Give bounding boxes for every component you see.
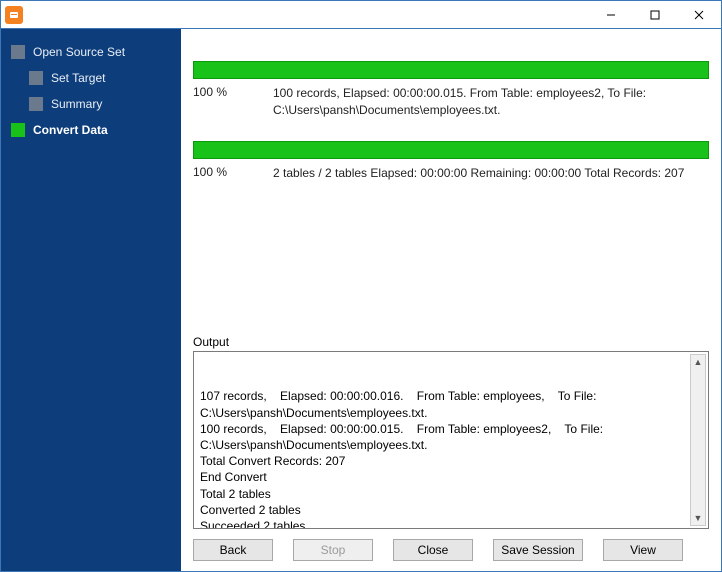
minimize-button[interactable] [589, 1, 633, 28]
output-line: Converted 2 tables [200, 502, 684, 518]
content-pane: 100 % 100 records, Elapsed: 00:00:00.015… [179, 29, 721, 571]
wizard-sidebar: Open Source Set Set Target Summary Convert … [1, 29, 179, 571]
step-indicator-icon [29, 71, 43, 85]
output-line: End Convert [200, 469, 684, 485]
output-line: 100 records, Elapsed: 00:00:00.015. From… [200, 421, 684, 453]
wizard-step-convert-data[interactable]: Convert Data [1, 117, 179, 143]
output-line: Total 2 tables [200, 486, 684, 502]
minimize-icon [606, 10, 616, 20]
wizard-step-open-source-set[interactable]: Open Source Set [1, 39, 179, 65]
close-button[interactable]: Close [393, 539, 473, 561]
output-textarea[interactable]: 107 records, Elapsed: 00:00:00.016. From… [193, 351, 709, 529]
step-indicator-icon [11, 123, 25, 137]
wizard-step-set-target[interactable]: Set Target [1, 65, 179, 91]
progress-percent-table: 100 % [193, 85, 253, 119]
window-controls [589, 1, 721, 28]
app-icon [5, 6, 23, 24]
progress-percent-total: 100 % [193, 165, 253, 182]
step-label: Open Source Set [33, 45, 125, 59]
step-indicator-icon [29, 97, 43, 111]
back-button[interactable]: Back [193, 539, 273, 561]
output-line: Succeeded 2 tables [200, 518, 684, 529]
scroll-down-icon[interactable]: ▼ [694, 511, 703, 525]
progress-block-table: 100 % 100 records, Elapsed: 00:00:00.015… [193, 61, 709, 119]
progress-detail-total: 2 tables / 2 tables Elapsed: 00:00:00 Re… [273, 165, 709, 182]
step-label: Summary [51, 97, 102, 111]
button-row: Back Stop Close Save Session View [193, 529, 709, 561]
progress-detail-table: 100 records, Elapsed: 00:00:00.015. From… [273, 85, 709, 119]
maximize-button[interactable] [633, 1, 677, 28]
progress-bar-total [193, 141, 709, 159]
maximize-icon [650, 10, 660, 20]
stop-button: Stop [293, 539, 373, 561]
titlebar [1, 1, 721, 29]
step-indicator-icon [11, 45, 25, 59]
progress-bar-table [193, 61, 709, 79]
step-label: Set Target [51, 71, 105, 85]
wizard-step-summary[interactable]: Summary [1, 91, 179, 117]
progress-block-total: 100 % 2 tables / 2 tables Elapsed: 00:00… [193, 141, 709, 182]
output-scrollbar[interactable]: ▲ ▼ [690, 354, 706, 526]
output-line: Total Convert Records: 207 [200, 453, 684, 469]
view-button[interactable]: View [603, 539, 683, 561]
close-icon [694, 10, 704, 20]
save-session-button[interactable]: Save Session [493, 539, 583, 561]
step-label: Convert Data [33, 123, 108, 137]
scroll-up-icon[interactable]: ▲ [694, 355, 703, 369]
output-line: 107 records, Elapsed: 00:00:00.016. From… [200, 388, 684, 420]
output-label: Output [193, 335, 709, 349]
close-window-button[interactable] [677, 1, 721, 28]
